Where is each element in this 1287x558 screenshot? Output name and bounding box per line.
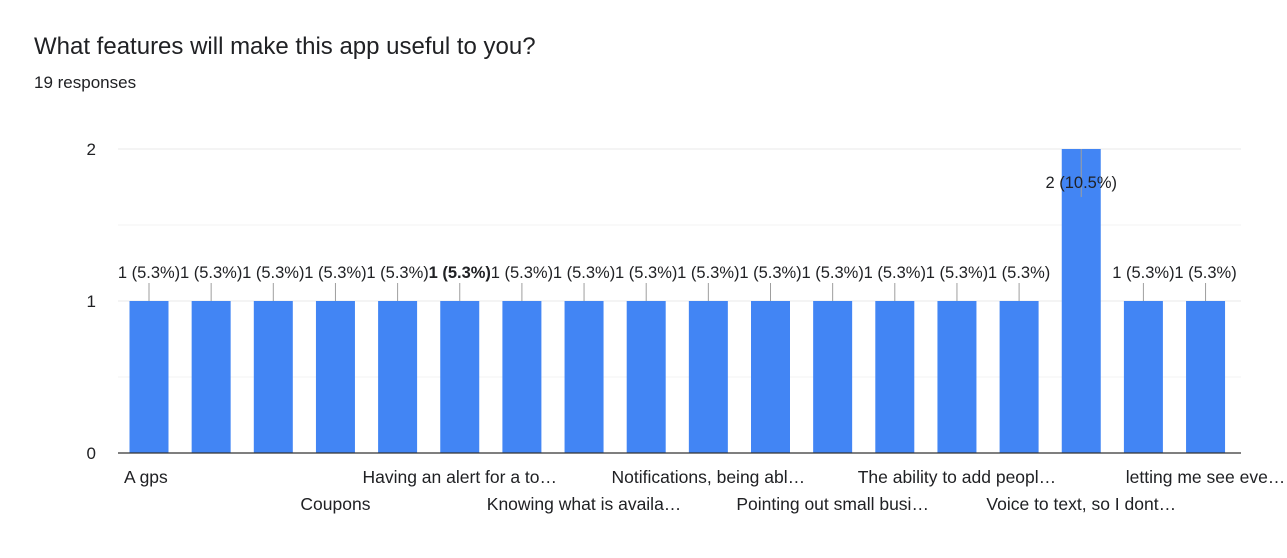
- x-tick-label: Notifications, being abl…: [612, 467, 806, 487]
- data-label: 1 (5.3%): [118, 264, 180, 282]
- bar[interactable]: [999, 301, 1039, 453]
- bar[interactable]: [937, 301, 977, 453]
- bar[interactable]: [1123, 301, 1163, 453]
- bar[interactable]: [626, 301, 666, 453]
- data-label: 1 (5.3%): [926, 264, 988, 282]
- bar[interactable]: [1186, 301, 1226, 453]
- bar[interactable]: [253, 301, 293, 453]
- y-axis-ticks: 0 1 2: [87, 140, 96, 463]
- data-label: 1 (5.3%): [304, 264, 366, 282]
- x-tick-label: Having an alert for a to…: [362, 467, 557, 487]
- data-label: 1 (5.3%): [180, 264, 242, 282]
- data-label: 1 (5.3%): [801, 264, 863, 282]
- x-tick-label: Coupons: [300, 494, 370, 514]
- data-label: 1 (5.3%): [366, 264, 428, 282]
- data-label: 2 (10.5%): [1045, 174, 1117, 192]
- data-label: 1 (5.3%): [988, 264, 1050, 282]
- data-label: 1 (5.3%): [553, 264, 615, 282]
- y-tick-label: 1: [87, 292, 96, 311]
- bar[interactable]: [502, 301, 542, 453]
- y-tick-label: 2: [87, 140, 96, 159]
- data-label: 1 (5.3%): [1174, 264, 1236, 282]
- bar[interactable]: [315, 301, 355, 453]
- x-axis-ticks: A gps Coupons Having an alert for a to… Kno…: [124, 467, 1285, 514]
- x-tick-label: Knowing what is availa…: [487, 494, 682, 514]
- x-tick-label: Pointing out small busi…: [736, 494, 929, 514]
- bar[interactable]: [688, 301, 728, 453]
- bar-chart: 012 1 (5.3%) 1 (5.3%) 1 (5.3%) 1 (5.3%) 1 (5…: [87, 140, 1286, 514]
- bar[interactable]: [440, 301, 480, 453]
- x-tick-label: A gps: [124, 467, 168, 487]
- bar[interactable]: [564, 301, 604, 453]
- y-tick-label: 0: [87, 444, 96, 463]
- data-label: 1 (5.3%): [864, 264, 926, 282]
- x-tick-label: letting me see eve…: [1126, 467, 1286, 487]
- bar[interactable]: [191, 301, 231, 453]
- data-label: 1 (5.3%): [1112, 264, 1174, 282]
- bar[interactable]: [875, 301, 915, 453]
- data-label: 1 (5.3%): [615, 264, 677, 282]
- x-tick-label: The ability to add peopl…: [858, 467, 1056, 487]
- data-label: 1 (5.3%): [677, 264, 739, 282]
- data-label: 1 (5.3%): [242, 264, 304, 282]
- data-label: 1 (5.3%): [739, 264, 801, 282]
- bar[interactable]: [378, 301, 418, 453]
- x-tick-label: Voice to text, so I dont…: [986, 494, 1176, 514]
- bar[interactable]: [751, 301, 790, 453]
- data-label: 1 (5.3%): [491, 264, 553, 282]
- data-label: 1 (5.3%): [429, 264, 491, 282]
- bar[interactable]: [813, 301, 853, 453]
- bar[interactable]: [129, 301, 169, 453]
